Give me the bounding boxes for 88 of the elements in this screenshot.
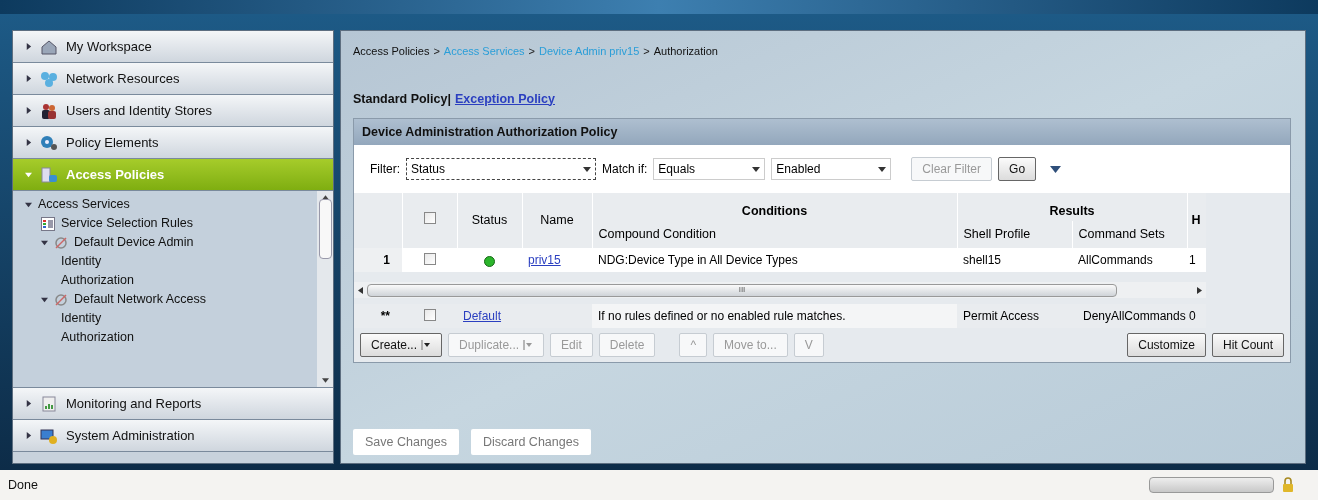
table-cell: If no rules defined or no enabled rule matches. [598, 309, 846, 324]
network-icon [40, 70, 58, 87]
scroll-right-arrow-icon[interactable] [1197, 286, 1202, 294]
policy-tab[interactable]: Standard Policy| [353, 89, 451, 109]
gears-icon [40, 134, 58, 151]
nav-section-header[interactable]: Network Resources [13, 63, 333, 95]
nav-section-header[interactable]: Monitoring and Reports [13, 388, 333, 420]
checkbox[interactable] [423, 253, 436, 266]
column-group-header: Conditions [741, 203, 808, 218]
column-group-header: Results [1049, 203, 1095, 218]
house-icon [40, 38, 58, 55]
tree-item[interactable]: Service Selection Rules [61, 214, 193, 233]
collapse-arrow-icon[interactable] [25, 139, 32, 146]
scroll-left-arrow-icon[interactable] [358, 286, 363, 294]
tree-item[interactable]: Identity [61, 309, 102, 328]
breadcrumb-separator: > [643, 44, 650, 59]
table-cell: AllCommands [1078, 253, 1153, 268]
filter-field-dropdown[interactable]: Status [406, 158, 596, 181]
column-header[interactable]: Name [540, 213, 574, 228]
action-button[interactable]: Customize [1127, 333, 1206, 358]
table-cell: NDG:Device Type in All Device Types [598, 253, 798, 268]
horizontal-scrollbar[interactable]: III [354, 282, 1206, 299]
match-label: Match if: [602, 161, 648, 179]
rule-name-link[interactable]: priv15 [528, 253, 561, 268]
computer-icon [40, 427, 58, 444]
table-cell: 1 [1189, 253, 1196, 268]
table-cell: DenyAllCommands [1083, 309, 1186, 324]
tree-item[interactable]: Access Services [38, 195, 130, 214]
column-header[interactable]: Status [471, 213, 508, 228]
rule-name-link[interactable]: Default [463, 309, 502, 324]
column-header[interactable]: H [1191, 213, 1201, 228]
table-cell: Permit Access [963, 309, 1040, 324]
dropdown-arrow-icon[interactable] [1050, 165, 1062, 173]
value-dropdown[interactable]: Enabled [771, 158, 892, 181]
dropdown-caret-icon [583, 166, 591, 172]
collapse-arrow-icon[interactable] [25, 400, 32, 407]
column-header[interactable]: Compound Condition [598, 227, 716, 242]
table-cell: shell15 [963, 253, 1002, 268]
nav-section-header[interactable]: System Administration [13, 420, 333, 452]
scroll-up-arrow-icon[interactable] [321, 195, 329, 200]
table-cell: 0 [1189, 309, 1196, 324]
table-cell: ** [380, 309, 390, 324]
breadcrumb-item: Access Policies [353, 44, 430, 59]
dropdown-caret-icon [878, 166, 887, 172]
dropdown-caret-icon [752, 166, 761, 172]
nav-section-header[interactable]: My Workspace [13, 31, 333, 63]
checkbox[interactable] [423, 212, 436, 225]
collapse-arrow-icon[interactable] [25, 75, 32, 82]
breadcrumb-item: Authorization [653, 44, 718, 59]
expand-arrow-icon[interactable] [41, 239, 48, 246]
tree-item[interactable]: Default Network Access [74, 290, 206, 309]
scroll-down-arrow-icon[interactable] [321, 378, 329, 383]
slashed-circle-icon [54, 235, 68, 250]
checkbox[interactable] [423, 309, 436, 322]
slashed-circle-icon [54, 292, 68, 307]
expand-arrow-icon[interactable] [41, 296, 48, 303]
scrollbar-grip: III [738, 286, 746, 295]
nav-section-header[interactable]: Users and Identity Stores [13, 95, 333, 127]
tree-item[interactable]: Default Device Admin [74, 233, 194, 252]
expand-arrow-icon[interactable] [25, 201, 32, 208]
tree-item[interactable]: Authorization [61, 328, 134, 347]
vertical-scrollbar[interactable] [317, 191, 333, 387]
filter-button[interactable]: Go [998, 157, 1037, 182]
nav-section-header[interactable]: Policy Elements [13, 127, 333, 159]
breadcrumb-separator: > [433, 44, 440, 59]
policy-tab[interactable]: Exception Policy [454, 89, 555, 109]
action-button[interactable]: Create... [360, 333, 443, 358]
tree-item[interactable]: Authorization [61, 271, 134, 290]
report-icon [40, 395, 58, 412]
collapse-arrow-icon[interactable] [25, 43, 32, 50]
document-icon [40, 166, 58, 183]
table-cell: 1 [383, 253, 390, 268]
dropdown-caret-icon [421, 340, 432, 351]
column-header[interactable]: Command Sets [1078, 227, 1165, 242]
collapse-arrow-icon[interactable] [25, 107, 32, 114]
tree-item[interactable]: Identity [61, 252, 102, 271]
filter-label: Filter: [370, 161, 400, 179]
operator-dropdown[interactable]: Equals [653, 158, 766, 181]
users-icon [40, 102, 58, 119]
panel-title: Device Administration Authorization Policy [362, 123, 618, 141]
breadcrumb-separator: > [528, 44, 535, 59]
action-button[interactable]: Hit Count [1211, 333, 1284, 358]
column-header[interactable]: Shell Profile [963, 227, 1031, 242]
collapse-arrow-icon[interactable] [25, 432, 32, 439]
rule-list-icon [41, 216, 55, 231]
status-text: Done [8, 476, 38, 494]
dropdown-caret-icon [523, 340, 534, 351]
lock-icon [1282, 477, 1294, 493]
